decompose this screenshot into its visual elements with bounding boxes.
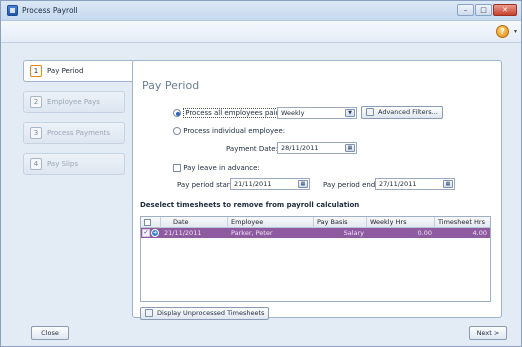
advanced-filters-button[interactable]: Advanced Filters... <box>361 106 443 119</box>
pay-period-end-value: 27/11/2011 <box>379 180 417 188</box>
pay-leave-checkbox[interactable] <box>173 164 181 172</box>
display-unprocessed-label: Display Unprocessed Timesheets <box>157 309 265 317</box>
column-pay-basis[interactable]: Pay Basis <box>314 217 367 228</box>
payment-date-picker[interactable]: 28/11/2011 ▦ <box>277 142 357 154</box>
toolbar: ? ▾ <box>1 21 521 43</box>
step-employee-pays[interactable]: 2 Employee Pays <box>23 91 125 113</box>
grid-header: Date Employee Pay Basis Weekly Hrs Times… <box>141 217 490 228</box>
cell-timesheet-hrs: 4.00 <box>472 229 487 237</box>
cell-pay-basis: Salary <box>343 229 364 237</box>
close-window-button[interactable]: ✕ <box>493 4 517 16</box>
pay-leave-label: Pay leave in advance: <box>183 164 260 172</box>
pay-period-panel: Pay Period Process all employees paid: W… <box>132 60 502 320</box>
pay-frequency-value: Weekly <box>281 109 305 117</box>
cell-weekly-hrs: 0.00 <box>417 229 432 237</box>
row-selector-icon: ➜ <box>151 229 159 237</box>
next-button[interactable]: Next > <box>469 326 507 340</box>
step-label: Process Payments <box>47 129 111 137</box>
title-bar: Process Payroll – □ ✕ <box>1 1 521 21</box>
wizard-content: 1 Pay Period 2 Employee Pays 3 Process P… <box>1 43 521 320</box>
calendar-icon: ▦ <box>345 144 355 152</box>
step-pay-slips[interactable]: 4 Pay Slips <box>23 153 125 175</box>
pay-frequency-select[interactable]: Weekly ▼ <box>277 107 357 119</box>
step-label: Employee Pays <box>47 98 100 106</box>
step-number: 2 <box>30 96 42 108</box>
timesheets-grid: Date Employee Pay Basis Weekly Hrs Times… <box>140 216 491 302</box>
column-employee[interactable]: Employee <box>228 217 314 228</box>
app-icon <box>7 5 18 16</box>
close-button[interactable]: Close <box>31 326 69 340</box>
step-process-payments[interactable]: 3 Process Payments <box>23 122 125 144</box>
wizard-footer: Close Next > <box>1 320 521 346</box>
maximize-button[interactable]: □ <box>475 4 492 16</box>
pay-period-end-label: Pay period end: <box>323 181 378 189</box>
calendar-icon: ▦ <box>443 180 453 188</box>
cell-employee: Parker, Peter <box>231 229 273 237</box>
cell-date: 21/11/2011 <box>164 229 202 237</box>
process-all-label: Process all employees paid: <box>183 108 285 118</box>
panel-title: Pay Period <box>142 79 200 92</box>
help-icon[interactable]: ? <box>496 25 509 38</box>
pay-period-end-picker[interactable]: 27/11/2011 ▦ <box>375 178 455 190</box>
window-title: Process Payroll <box>22 6 78 15</box>
pay-period-start-label: Pay period start: <box>177 181 235 189</box>
advanced-filters-label: Advanced Filters... <box>378 108 438 116</box>
printer-icon <box>145 309 153 317</box>
step-label: Pay Slips <box>47 160 78 168</box>
pay-period-start-picker[interactable]: 21/11/2011 ▦ <box>230 178 310 190</box>
process-individual-label: Process individual employee: <box>183 127 286 135</box>
row-checkbox[interactable]: ✓ <box>142 229 150 237</box>
payment-date-label: Payment Date: <box>226 145 278 153</box>
display-unprocessed-button[interactable]: Display Unprocessed Timesheets <box>140 307 270 320</box>
process-payroll-window: Process Payroll – □ ✕ ? ▾ 1 Pay Period 2… <box>0 0 522 347</box>
process-all-radio[interactable] <box>173 109 181 117</box>
window-controls: – □ ✕ <box>457 4 517 16</box>
step-label: Pay Period <box>47 67 84 75</box>
pay-period-start-value: 21/11/2011 <box>234 180 272 188</box>
calendar-icon: ▦ <box>298 180 308 188</box>
select-all-column[interactable] <box>141 217 161 228</box>
step-number: 4 <box>30 158 42 170</box>
process-individual-radio[interactable] <box>173 127 181 135</box>
column-timesheet-hrs[interactable]: Timesheet Hrs <box>435 217 490 228</box>
column-date[interactable]: Date <box>161 217 228 228</box>
process-all-option[interactable]: Process all employees paid: <box>173 108 285 118</box>
process-individual-option[interactable]: Process individual employee: <box>173 127 285 135</box>
deselect-heading: Deselect timesheets to remove from payro… <box>140 201 360 209</box>
table-row[interactable]: ✓ ➜ 21/11/2011 Parker, Peter Salary 0.00… <box>141 228 490 238</box>
filter-icon <box>366 108 374 116</box>
payment-date-value: 28/11/2011 <box>281 144 319 152</box>
pay-leave-option[interactable]: Pay leave in advance: <box>173 164 260 172</box>
step-number: 1 <box>30 65 42 77</box>
step-pay-period[interactable]: 1 Pay Period <box>23 60 133 82</box>
steps-sidebar: 1 Pay Period 2 Employee Pays 3 Process P… <box>23 60 133 184</box>
help-dropdown-icon[interactable]: ▾ <box>514 28 517 35</box>
column-weekly-hrs[interactable]: Weekly Hrs <box>367 217 435 228</box>
step-number: 3 <box>30 127 42 139</box>
select-all-checkbox[interactable] <box>144 218 151 226</box>
chevron-down-icon: ▼ <box>345 109 355 117</box>
minimize-button[interactable]: – <box>457 4 474 16</box>
